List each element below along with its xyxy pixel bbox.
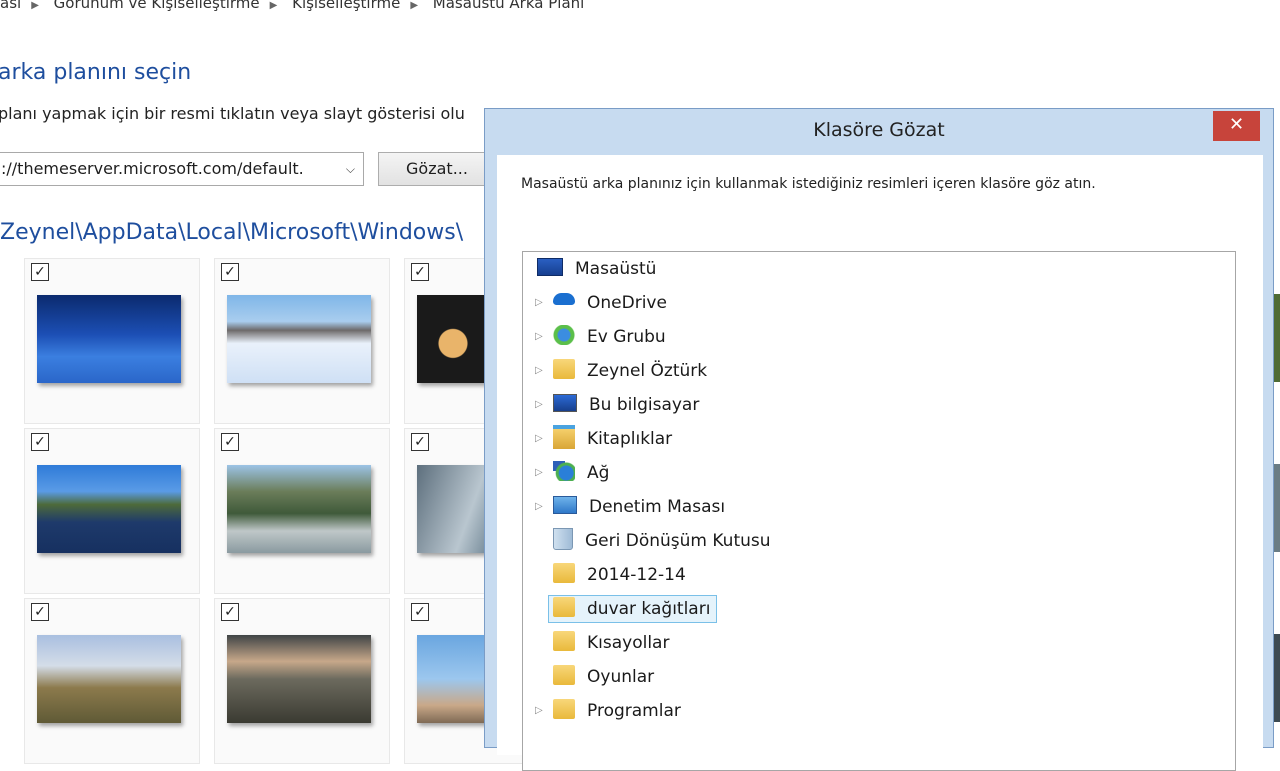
- breadcrumb-item-desktop-background[interactable]: Masaüstü Arka Planı: [433, 0, 585, 12]
- tree-item-label: Denetim Masası: [589, 497, 726, 517]
- tree-item-label: Zeynel Öztürk: [587, 361, 708, 381]
- picture-location-select[interactable]: ://themeserver.microsoft.com/default. ⌵: [0, 152, 364, 186]
- dialog-body: Masaüstü arka planınız için kullanmak is…: [497, 155, 1263, 771]
- expand-arrow-icon[interactable]: ▷: [535, 698, 543, 724]
- tree-item-control-panel[interactable]: ▷ Denetim Masası: [535, 494, 726, 520]
- chevron-down-icon[interactable]: ⌵: [346, 153, 355, 185]
- expand-arrow-icon[interactable]: ▷: [535, 494, 543, 520]
- browse-folder-dialog: Klasöre Gözat ✕ Masaüstü arka planınız i…: [484, 108, 1274, 771]
- tree-item-label: Ev Grubu: [587, 327, 666, 347]
- breadcrumb-item-appearance[interactable]: Görünüm ve Kişiselleştirme: [54, 0, 260, 12]
- tree-item-label: OneDrive: [587, 293, 667, 313]
- tree-item-homegroup[interactable]: ▷ Ev Grubu: [535, 324, 666, 350]
- tree-item-network[interactable]: ▷ Ağ: [535, 460, 610, 486]
- homegroup-icon: [553, 325, 575, 345]
- wallpaper-checkbox[interactable]: ✓: [411, 603, 429, 621]
- expand-arrow-icon[interactable]: ▷: [535, 324, 543, 350]
- folder-icon: [553, 699, 575, 719]
- dialog-title: Klasöre Gözat: [813, 119, 945, 141]
- wallpaper-checkbox[interactable]: ✓: [221, 263, 239, 281]
- breadcrumb-separator-icon: ▶: [31, 0, 39, 11]
- tree-item-label: Masaüstü: [575, 259, 657, 279]
- tree-item-user-folder[interactable]: ▷ Zeynel Öztürk: [535, 358, 708, 384]
- expand-arrow-icon[interactable]: ▷: [535, 460, 543, 486]
- wallpaper-checkbox[interactable]: ✓: [221, 603, 239, 621]
- control-panel-icon: [553, 496, 577, 514]
- wallpaper-tile[interactable]: ✓: [24, 598, 200, 764]
- onedrive-icon: [553, 293, 575, 305]
- tree-item-label: Programlar: [587, 701, 681, 721]
- tree-item-label: 2014-12-14: [587, 565, 686, 585]
- libraries-icon: [553, 425, 575, 449]
- tree-item-games[interactable]: Oyunlar: [553, 664, 654, 690]
- tree-item-label: Bu bilgisayar: [589, 395, 700, 415]
- expand-arrow-icon[interactable]: ▷: [535, 392, 543, 418]
- tree-item-label: Oyunlar: [587, 667, 655, 687]
- breadcrumb-item-personalization[interactable]: Kişiselleştirme: [292, 0, 400, 12]
- tree-item-label[interactable]: Geri Dönüşüm Kutusu: [585, 531, 771, 551]
- page-description: planı yapmak için bir resmi tıklatın vey…: [0, 104, 465, 123]
- wallpaper-checkbox[interactable]: ✓: [31, 433, 49, 451]
- wallpaper-tile[interactable]: ✓: [214, 428, 390, 594]
- tree-item-label: Kitaplıklar: [587, 429, 673, 449]
- wallpaper-thumbnail[interactable]: [37, 465, 181, 553]
- expand-arrow-icon[interactable]: ▷: [535, 358, 543, 384]
- computer-icon: [553, 394, 577, 412]
- wallpaper-checkbox[interactable]: ✓: [31, 263, 49, 281]
- network-icon: [553, 461, 575, 481]
- wallpaper-thumbnail[interactable]: [37, 635, 181, 723]
- page-title: arka planını seçin: [0, 60, 192, 85]
- folder-tree[interactable]: Masaüstü ▷ OneDrive ▷ Ev Grubu ▷ Zeynel …: [522, 251, 1236, 771]
- breadcrumb-item-root[interactable]: ası: [0, 0, 21, 12]
- wallpaper-checkbox[interactable]: ✓: [221, 433, 239, 451]
- wallpaper-checkbox[interactable]: ✓: [411, 433, 429, 451]
- user-folder-icon: [553, 359, 575, 379]
- tree-item-recycle-bin: Geri Dönüşüm Kutusu: [553, 528, 771, 554]
- tree-item-label: Kısayollar: [587, 633, 670, 653]
- tree-item-shortcuts[interactable]: Kısayollar: [553, 630, 669, 656]
- wallpaper-thumbnail[interactable]: [227, 295, 371, 383]
- wallpaper-checkbox[interactable]: ✓: [411, 263, 429, 281]
- recycle-bin-icon: [553, 528, 573, 550]
- tree-item-onedrive[interactable]: ▷ OneDrive: [535, 290, 667, 316]
- wallpaper-thumbnail[interactable]: [227, 635, 371, 723]
- tree-item-this-pc[interactable]: ▷ Bu bilgisayar: [535, 392, 700, 418]
- expand-arrow-icon[interactable]: ▷: [535, 426, 543, 452]
- expand-arrow-icon[interactable]: ▷: [535, 290, 543, 316]
- wallpaper-tile[interactable]: ✓: [24, 428, 200, 594]
- picture-location-value: ://themeserver.microsoft.com/default.: [1, 159, 304, 178]
- wallpaper-thumbnail[interactable]: [37, 295, 181, 383]
- tree-item-programs[interactable]: ▷ Programlar: [535, 698, 681, 724]
- folder-icon: [553, 563, 575, 583]
- wallpaper-tile[interactable]: ✓: [214, 258, 390, 424]
- dialog-instruction: Masaüstü arka planınız için kullanmak is…: [521, 176, 1096, 192]
- wallpaper-tile[interactable]: ✓: [24, 258, 200, 424]
- tree-item-desktop[interactable]: Masaüstü: [537, 256, 656, 282]
- tree-item-wallpapers-selected[interactable]: duvar kağıtları: [547, 595, 718, 623]
- folder-icon: [553, 631, 575, 651]
- browse-button[interactable]: Gözat...: [378, 152, 496, 186]
- tree-item-label: duvar kağıtları: [587, 599, 711, 619]
- wallpaper-tile[interactable]: ✓: [214, 598, 390, 764]
- folder-path-heading: Zeynel\AppData\Local\Microsoft\Windows\: [0, 220, 464, 245]
- wallpaper-thumbnail[interactable]: [227, 465, 371, 553]
- close-button[interactable]: ✕: [1213, 111, 1260, 141]
- folder-icon: [553, 597, 575, 617]
- desktop-icon: [537, 258, 563, 276]
- wallpaper-checkbox[interactable]: ✓: [31, 603, 49, 621]
- tree-item-libraries[interactable]: ▷ Kitaplıklar: [535, 425, 673, 452]
- breadcrumb-separator-icon: ▶: [410, 0, 419, 11]
- tree-item-folder-2014-12-14[interactable]: 2014-12-14: [553, 562, 686, 588]
- folder-icon: [553, 665, 575, 685]
- tree-item-label: Ağ: [587, 463, 610, 483]
- breadcrumb-separator-icon: ▶: [269, 0, 278, 11]
- breadcrumb: ası ▶ Görünüm ve Kişiselleştirme ▶ Kişisel…: [0, 0, 594, 16]
